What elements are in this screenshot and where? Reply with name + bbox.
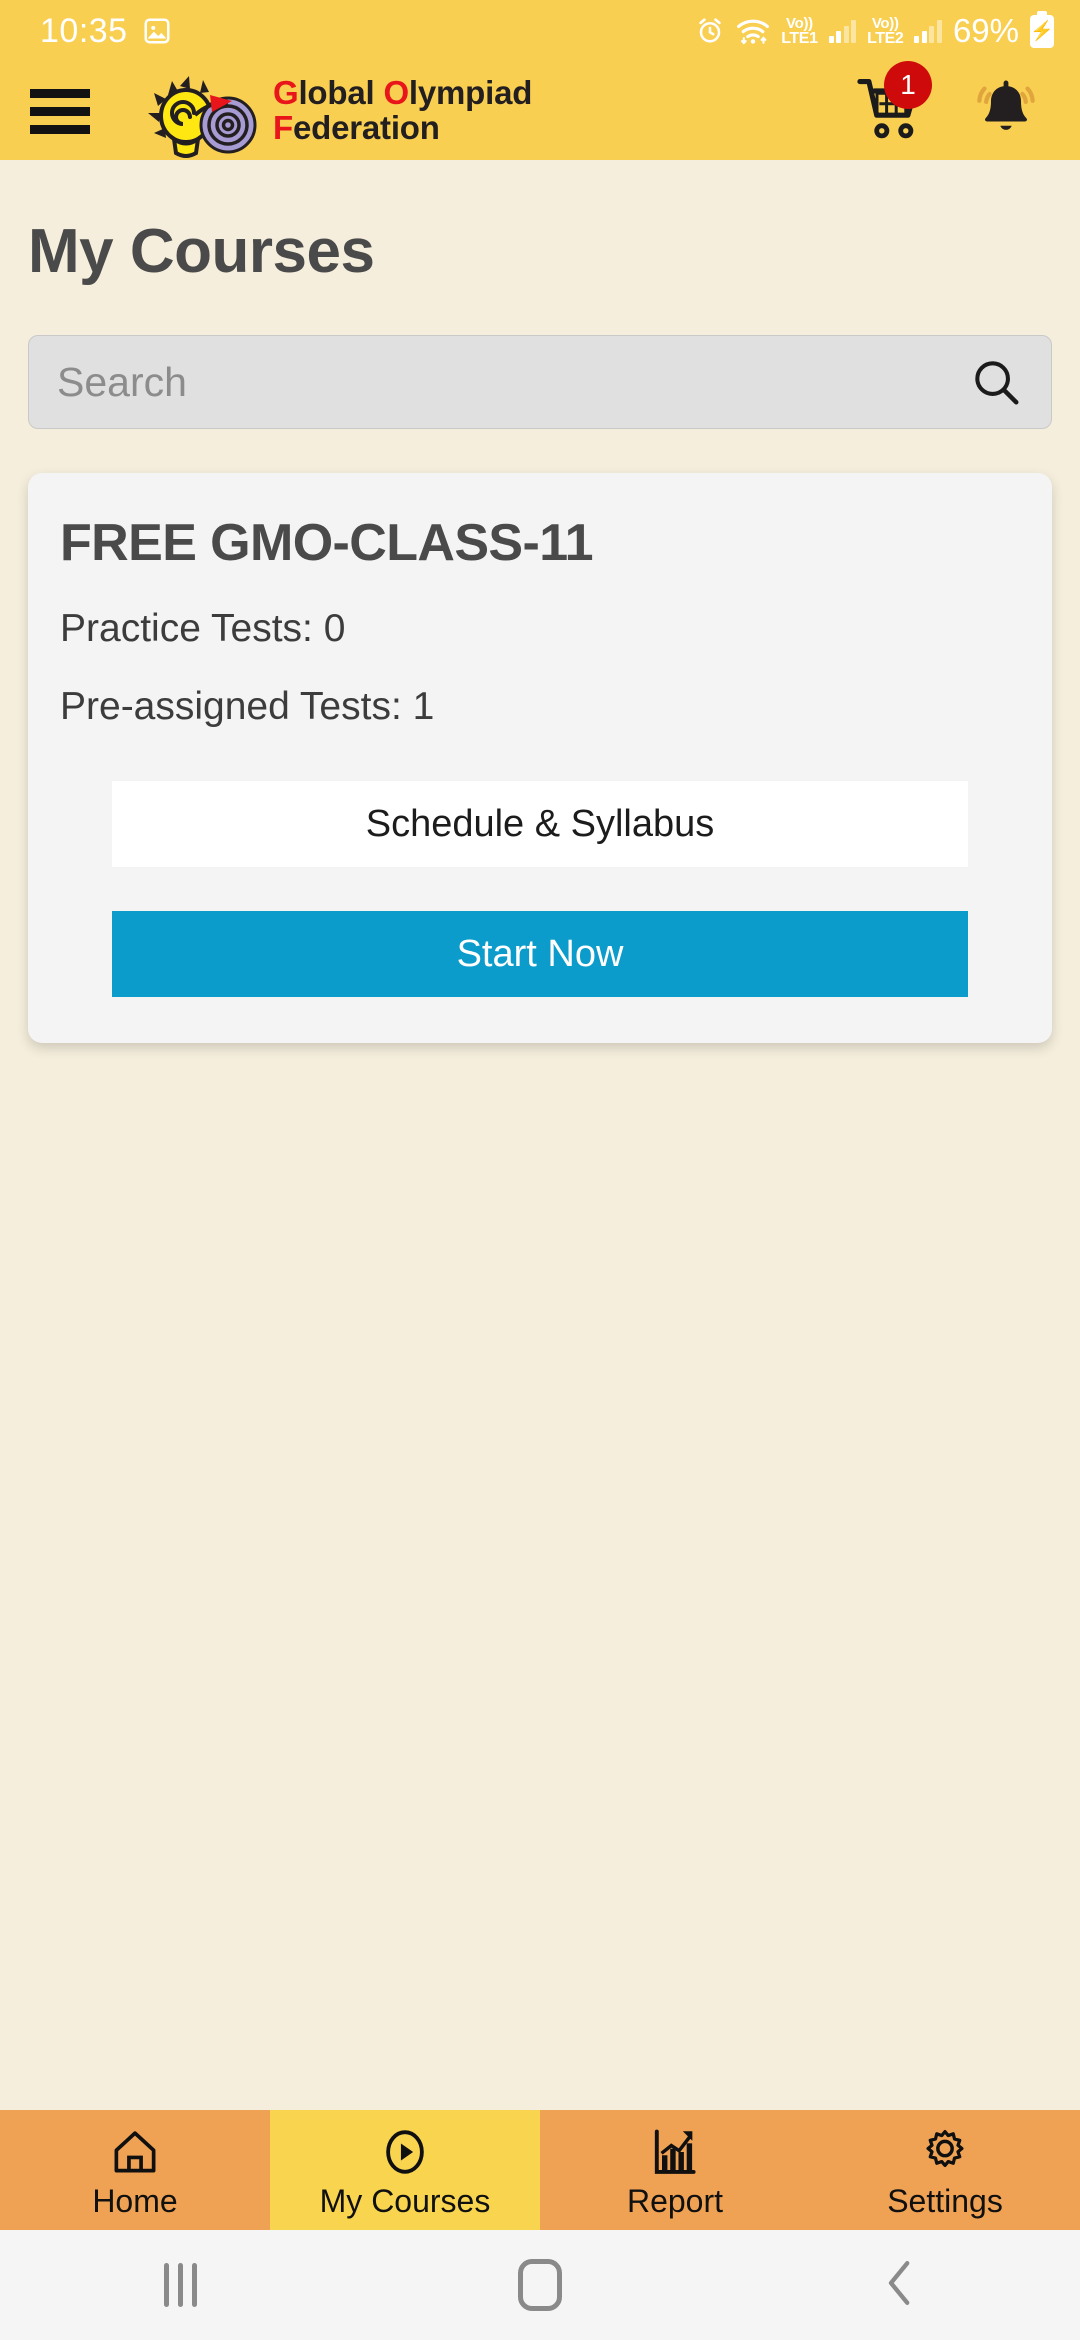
status-bar: 10:35 Vo)) LTE1 Vo)) LTE2 69% ⚡: [0, 0, 1080, 62]
nav-item-report[interactable]: Report: [540, 2110, 810, 2230]
nav-item-my-courses[interactable]: My Courses: [270, 2110, 540, 2230]
sim1-vo-text: Vo)): [785, 14, 813, 32]
brand-logo-group: Global Olympiad Federation: [132, 63, 532, 159]
play-circle-icon: [378, 2123, 432, 2181]
android-system-nav: [0, 2230, 1080, 2340]
wifi-icon: [736, 16, 770, 46]
brand-line-2: Federation: [273, 109, 532, 146]
gear-icon: [919, 2123, 971, 2181]
cart-badge: 1: [884, 61, 932, 109]
brand-o-letter: O: [383, 74, 409, 112]
header-actions: 1: [856, 61, 1040, 147]
nav-item-home[interactable]: Home: [0, 2110, 270, 2230]
back-chevron-icon: [878, 2256, 922, 2315]
hamburger-menu-icon[interactable]: [30, 88, 122, 134]
schedule-syllabus-button[interactable]: Schedule & Syllabus: [112, 781, 968, 867]
status-bar-right: Vo)) LTE1 Vo)) LTE2 69% ⚡: [695, 10, 1054, 50]
image-icon: [142, 16, 172, 46]
status-clock: 10:35: [40, 11, 128, 50]
home-button[interactable]: [360, 2259, 720, 2311]
practice-tests-count: Practice Tests: 0: [60, 607, 346, 650]
sim2-lte-text: LTE2: [867, 29, 904, 47]
brand-lympiad-text: lympiad: [408, 74, 533, 112]
nav-label-my-courses: My Courses: [319, 2183, 491, 2219]
app-header: Global Olympiad Federation 1: [0, 61, 1080, 160]
sim2-signal-icon: [914, 19, 942, 43]
search-icon[interactable]: [969, 355, 1023, 409]
recents-icon: [163, 2263, 197, 2307]
recents-button[interactable]: [0, 2263, 360, 2307]
brand-g-letter: G: [273, 74, 299, 112]
preassigned-tests-count: Pre-assigned Tests: 1: [60, 685, 435, 728]
card-action-buttons: Schedule & Syllabus Start Now: [60, 781, 1020, 997]
nav-label-report: Report: [626, 2183, 724, 2219]
course-card[interactable]: FREE GMO-CLASS-11 Practice Tests: 0 Pre-…: [28, 473, 1052, 1043]
bottom-navigation-bar: Home My Courses Report Settings: [0, 2110, 1080, 2230]
main-content: My Courses FREE GMO-CLASS-11 Practice Te…: [0, 160, 1080, 2170]
back-button[interactable]: [720, 2256, 1080, 2315]
sim2-volte-label: Vo)) LTE2: [867, 14, 904, 47]
sim2-vo-text: Vo)): [871, 14, 899, 32]
home-square-icon: [518, 2259, 562, 2311]
search-bar[interactable]: [28, 335, 1052, 429]
course-title: FREE GMO-CLASS-11: [60, 514, 594, 572]
page-title: My Courses: [28, 217, 375, 286]
home-icon: [109, 2123, 161, 2181]
status-bar-left: 10:35: [40, 12, 172, 51]
battery-percent: 69%: [952, 12, 1019, 49]
notification-bell-button[interactable]: [972, 77, 1040, 145]
sim1-signal-icon: [828, 19, 857, 43]
sim1-lte-text: LTE1: [781, 29, 818, 47]
brand-name: Global Olympiad Federation: [273, 74, 533, 146]
nav-label-home: Home: [92, 2183, 178, 2219]
cart-button[interactable]: 1: [856, 61, 932, 147]
start-now-button[interactable]: Start Now: [112, 911, 968, 997]
search-input[interactable]: [57, 358, 969, 406]
battery-charging-icon: ⚡: [1030, 10, 1054, 48]
nav-label-settings: Settings: [887, 2183, 1003, 2219]
bell-icon: [977, 80, 1035, 130]
nav-item-settings[interactable]: Settings: [810, 2110, 1080, 2230]
chart-icon: [649, 2123, 701, 2181]
brand-lobal-text: lobal: [298, 74, 384, 112]
brand-f-letter: F: [273, 109, 293, 146]
brand-ederation-text: ederation: [292, 109, 440, 146]
brand-line-1: Global Olympiad: [273, 74, 533, 112]
alarm-icon: [695, 16, 725, 46]
lightbulb-target-logo-icon: [132, 63, 267, 159]
sim1-volte-label: Vo)) LTE1: [781, 14, 818, 47]
